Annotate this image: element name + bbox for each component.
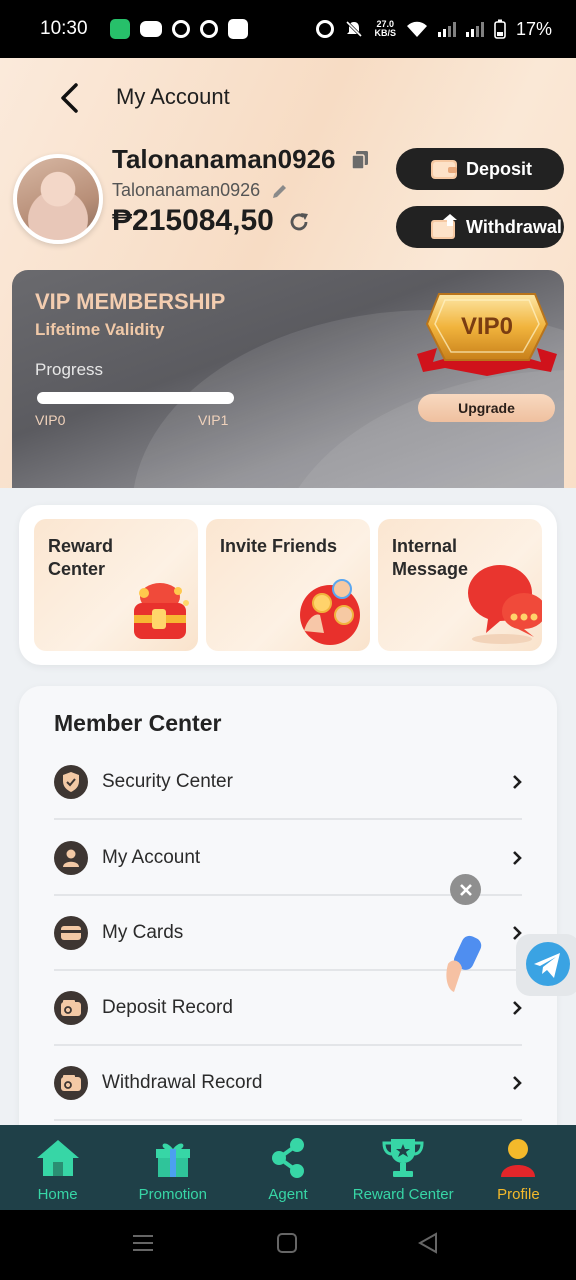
trophy-icon bbox=[379, 1136, 427, 1180]
battery-icon bbox=[494, 19, 506, 39]
status-bar: 10:30 27.0 KB/S 17% bbox=[0, 0, 576, 58]
vip-badge-text: VIP0 bbox=[461, 313, 513, 340]
net-speed-unit: KB/S bbox=[374, 28, 396, 38]
nav-label: Reward Center bbox=[352, 1186, 454, 1203]
chrome-icon bbox=[171, 20, 190, 38]
home-button-icon[interactable] bbox=[276, 1232, 298, 1254]
internal-message-label: Internal Message bbox=[392, 535, 468, 581]
mute-icon bbox=[346, 20, 363, 38]
treasure-chest-icon bbox=[134, 583, 189, 639]
invite-friends-label: Invite Friends bbox=[220, 536, 338, 556]
member-center-panel: Member Center Security Center My Account… bbox=[19, 686, 557, 1146]
copy-icon[interactable] bbox=[351, 150, 369, 170]
menu-item-withdrawal-record[interactable]: Withdrawal Record bbox=[54, 1046, 522, 1121]
page-title: My Account bbox=[116, 84, 230, 109]
internal-message-text: Internal Message bbox=[392, 536, 469, 579]
shield-icon bbox=[54, 764, 88, 799]
signal-icon bbox=[437, 21, 456, 37]
menu-item-label: Withdrawal Record bbox=[102, 1071, 263, 1093]
nav-label: Profile bbox=[497, 1186, 540, 1203]
close-icon bbox=[459, 883, 472, 896]
vip-progress-bar bbox=[37, 392, 234, 404]
profile-icon bbox=[494, 1136, 542, 1180]
alarm-icon bbox=[316, 20, 335, 38]
vpn-app-icon bbox=[227, 19, 248, 39]
back-triangle-icon[interactable] bbox=[418, 1232, 438, 1254]
invite-friends-card[interactable]: Invite Friends bbox=[206, 519, 370, 651]
sub-username: Talonanaman0926 bbox=[112, 180, 261, 200]
vip-title: VIP MEMBERSHIP bbox=[35, 289, 226, 314]
nav-home[interactable]: Home bbox=[0, 1125, 115, 1210]
gift-icon bbox=[149, 1136, 197, 1180]
menu-item-label: My Account bbox=[102, 846, 201, 868]
chevron-right-icon bbox=[513, 1000, 522, 1015]
account-header: My Account Talonanaman0926 Talonanaman09… bbox=[0, 58, 576, 488]
reward-center-text: Reward Center bbox=[48, 536, 114, 579]
floating-close-button[interactable] bbox=[450, 874, 481, 905]
nav-label: Home bbox=[37, 1186, 78, 1203]
deposit-button[interactable]: Deposit bbox=[396, 148, 564, 190]
chevron-right-icon bbox=[513, 850, 522, 865]
vip-validity: Lifetime Validity bbox=[35, 320, 165, 339]
avatar[interactable] bbox=[13, 154, 103, 244]
vip-membership-card: VIP MEMBERSHIP Lifetime Validity Progres… bbox=[12, 270, 564, 488]
home-icon bbox=[34, 1136, 82, 1180]
recent-apps-icon[interactable] bbox=[132, 1232, 154, 1254]
net-speed: 27.0 KB/S bbox=[374, 20, 396, 38]
telegram-icon[interactable] bbox=[514, 930, 576, 1000]
menu-item-label: My Cards bbox=[102, 921, 184, 943]
nav-label: Promotion bbox=[138, 1186, 207, 1203]
withdraw-wallet-icon bbox=[431, 214, 457, 239]
vip-level-to: VIP1 bbox=[198, 412, 229, 428]
back-button[interactable] bbox=[52, 78, 86, 118]
withdrawal-button[interactable]: Withdrawal bbox=[396, 206, 564, 248]
battery-app-icon bbox=[109, 19, 130, 39]
status-indicators: 27.0 KB/S 17% bbox=[316, 19, 552, 40]
wallet-icon bbox=[54, 1065, 88, 1100]
signal-icon bbox=[465, 21, 484, 37]
edit-icon[interactable] bbox=[271, 182, 289, 200]
reward-center-label: Reward Center bbox=[48, 535, 113, 581]
floating-promo-icon[interactable] bbox=[444, 934, 484, 996]
nav-agent[interactable]: Agent bbox=[230, 1125, 345, 1210]
share-icon bbox=[264, 1136, 312, 1180]
vip-badge-icon: VIP0 bbox=[417, 293, 557, 376]
nav-profile[interactable]: Profile bbox=[461, 1125, 576, 1210]
internal-message-card[interactable]: Internal Message bbox=[378, 519, 542, 651]
youtube-icon bbox=[139, 21, 162, 37]
withdrawal-label: Withdrawal bbox=[466, 216, 562, 237]
chevron-left-icon bbox=[61, 83, 78, 113]
card-icon bbox=[54, 915, 88, 950]
member-center-title: Member Center bbox=[54, 710, 222, 736]
chat-bubble-icon bbox=[467, 565, 542, 644]
invite-friends-icon bbox=[300, 579, 360, 645]
menu-item-security-center[interactable]: Security Center bbox=[54, 745, 522, 820]
vip-level-from: VIP0 bbox=[35, 412, 66, 428]
reward-center-card[interactable]: Reward Center bbox=[34, 519, 198, 651]
nav-reward-center[interactable]: Reward Center bbox=[346, 1125, 461, 1210]
menu-item-label: Deposit Record bbox=[102, 996, 233, 1018]
status-app-icons bbox=[109, 19, 248, 39]
wallet-icon bbox=[431, 160, 457, 179]
chrome-icon bbox=[199, 20, 218, 38]
nav-label: Agent bbox=[268, 1186, 308, 1203]
upgrade-button[interactable]: Upgrade bbox=[418, 394, 555, 422]
user-icon bbox=[54, 840, 88, 875]
progress-label: Progress bbox=[35, 360, 104, 379]
chevron-right-icon bbox=[513, 774, 522, 789]
balance-amount: ₱215084,50 bbox=[112, 204, 274, 237]
deposit-label: Deposit bbox=[466, 158, 533, 179]
nav-promotion[interactable]: Promotion bbox=[115, 1125, 230, 1210]
username: Talonanaman0926 bbox=[112, 144, 336, 174]
system-navigation-bar bbox=[0, 1210, 576, 1280]
refresh-icon[interactable] bbox=[287, 210, 311, 234]
wallet-icon bbox=[54, 990, 88, 1025]
quick-actions-panel: Reward Center Invite Friends Internal Me… bbox=[19, 505, 557, 665]
wifi-icon bbox=[406, 21, 427, 37]
chevron-right-icon bbox=[513, 1075, 522, 1090]
bottom-navigation: Home Promotion Agent Reward Center Profi… bbox=[0, 1125, 576, 1210]
menu-item-label: Security Center bbox=[102, 770, 233, 792]
status-time: 10:30 bbox=[40, 18, 88, 39]
battery-percent: 17% bbox=[515, 18, 552, 39]
